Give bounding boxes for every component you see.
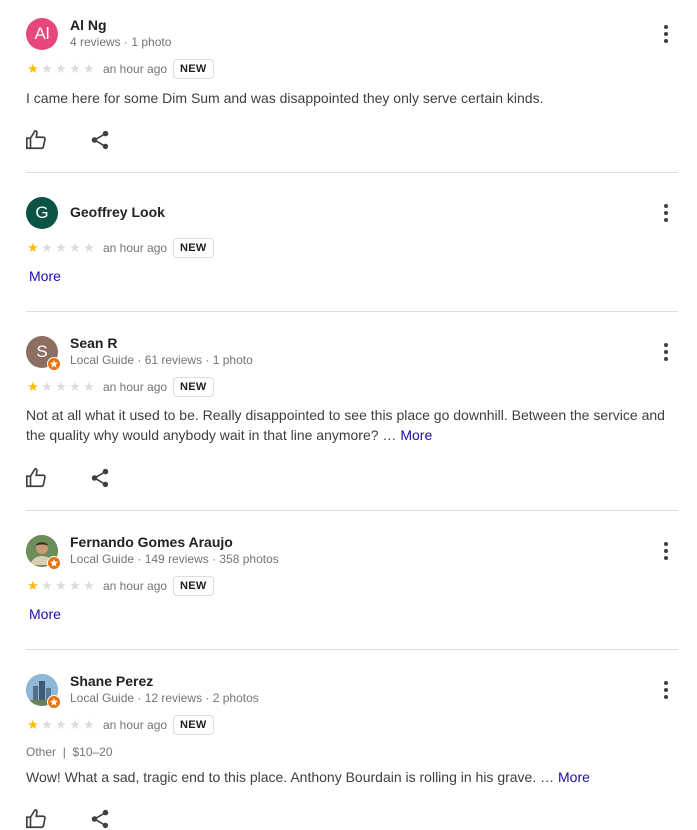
review-time: an hour ago [103, 62, 168, 76]
more-vert-icon[interactable] [656, 678, 676, 702]
star-icon: ★ [83, 61, 95, 76]
star-icon: ★ [83, 717, 95, 732]
review-attributes: Other | $10–20 [26, 745, 113, 759]
local-guide-badge-icon [47, 695, 61, 709]
more-link[interactable]: More [29, 606, 61, 622]
star-icon: ★ [55, 717, 67, 732]
review-time: an hour ago [103, 380, 168, 394]
thumb-up-icon[interactable] [25, 467, 47, 489]
avatar-initials: Al [34, 24, 50, 43]
more-link[interactable]: More [29, 268, 61, 284]
reviewer-name[interactable]: Sean R [70, 335, 117, 351]
reviewer-name[interactable]: Al Ng [70, 17, 107, 33]
star-icon: ★ [55, 578, 67, 593]
star-icon: ★ [55, 61, 67, 76]
new-badge: NEW [173, 59, 214, 79]
star-icon: ★ [27, 240, 39, 255]
reviewer-name[interactable]: Shane Perez [70, 673, 153, 689]
review-text-body: Wow! What a sad, tragic end to this plac… [26, 769, 555, 785]
more-vert-icon[interactable] [656, 340, 676, 364]
star-icon: ★ [83, 240, 95, 255]
star-icon: ★ [41, 578, 53, 593]
star-icon: ★ [41, 379, 53, 394]
more-link[interactable]: More [558, 769, 590, 785]
new-badge: NEW [173, 377, 214, 397]
reviewer-name[interactable]: Geoffrey Look [70, 204, 165, 220]
new-badge: NEW [173, 576, 214, 596]
category-label: Other [26, 745, 57, 759]
star-icon: ★ [27, 578, 39, 593]
review-text: Wow! What a sad, tragic end to this plac… [26, 767, 676, 787]
reviewer-meta[interactable]: 4 reviews · 1 photo [70, 35, 171, 49]
reviewer-meta[interactable]: Local Guide · 61 reviews · 1 photo [70, 353, 253, 367]
star-icon: ★ [27, 717, 39, 732]
thumb-up-icon[interactable] [25, 129, 47, 151]
price-label: $10–20 [72, 745, 113, 759]
star-icon: ★ [55, 240, 67, 255]
star-rating: ★ ★ ★ ★ ★ [26, 62, 96, 75]
avatar[interactable]: S [26, 336, 61, 371]
reviewer-meta[interactable]: Local Guide · 12 reviews · 2 photos [70, 691, 259, 705]
separator: | [62, 745, 66, 759]
star-icon: ★ [69, 61, 81, 76]
star-rating: ★ ★ ★ ★ ★ [26, 241, 96, 254]
star-icon: ★ [55, 379, 67, 394]
star-rating: ★ ★ ★ ★ ★ [26, 579, 96, 592]
review-text-body: Not at all what it used to be. Really di… [26, 407, 665, 443]
avatar[interactable]: Al [26, 18, 58, 50]
star-icon: ★ [27, 61, 39, 76]
avatar[interactable] [26, 674, 61, 709]
star-rating: ★ ★ ★ ★ ★ [26, 718, 96, 731]
star-icon: ★ [83, 578, 95, 593]
avatar[interactable]: G [26, 197, 58, 229]
review-text: Not at all what it used to be. Really di… [26, 405, 676, 445]
avatar-initials: G [35, 203, 49, 222]
more-vert-icon[interactable] [656, 201, 676, 225]
more-vert-icon[interactable] [656, 539, 676, 563]
star-icon: ★ [69, 578, 81, 593]
share-icon[interactable] [89, 808, 111, 830]
more-link[interactable]: More [400, 427, 432, 443]
star-icon: ★ [83, 379, 95, 394]
new-badge: NEW [173, 238, 214, 258]
review-time: an hour ago [103, 241, 168, 255]
more-vert-icon[interactable] [656, 22, 676, 46]
share-icon[interactable] [89, 467, 111, 489]
share-icon[interactable] [89, 129, 111, 151]
local-guide-badge-icon [47, 556, 61, 570]
review-time: an hour ago [103, 718, 168, 732]
avatar[interactable] [26, 535, 61, 570]
divider [26, 311, 678, 312]
star-icon: ★ [69, 379, 81, 394]
new-badge: NEW [173, 715, 214, 735]
avatar-initials: S [36, 342, 48, 361]
star-icon: ★ [41, 61, 53, 76]
local-guide-badge-icon [47, 357, 61, 371]
review-text: I came here for some Dim Sum and was dis… [26, 90, 544, 106]
star-icon: ★ [27, 379, 39, 394]
star-icon: ★ [41, 240, 53, 255]
reviewer-name[interactable]: Fernando Gomes Araujo [70, 534, 233, 550]
divider [26, 510, 678, 511]
review-time: an hour ago [103, 579, 168, 593]
star-icon: ★ [41, 717, 53, 732]
divider [26, 649, 678, 650]
divider [26, 172, 678, 173]
star-rating: ★ ★ ★ ★ ★ [26, 380, 96, 393]
star-icon: ★ [69, 240, 81, 255]
thumb-up-icon[interactable] [25, 808, 47, 830]
star-icon: ★ [69, 717, 81, 732]
reviewer-meta[interactable]: Local Guide · 149 reviews · 358 photos [70, 552, 279, 566]
